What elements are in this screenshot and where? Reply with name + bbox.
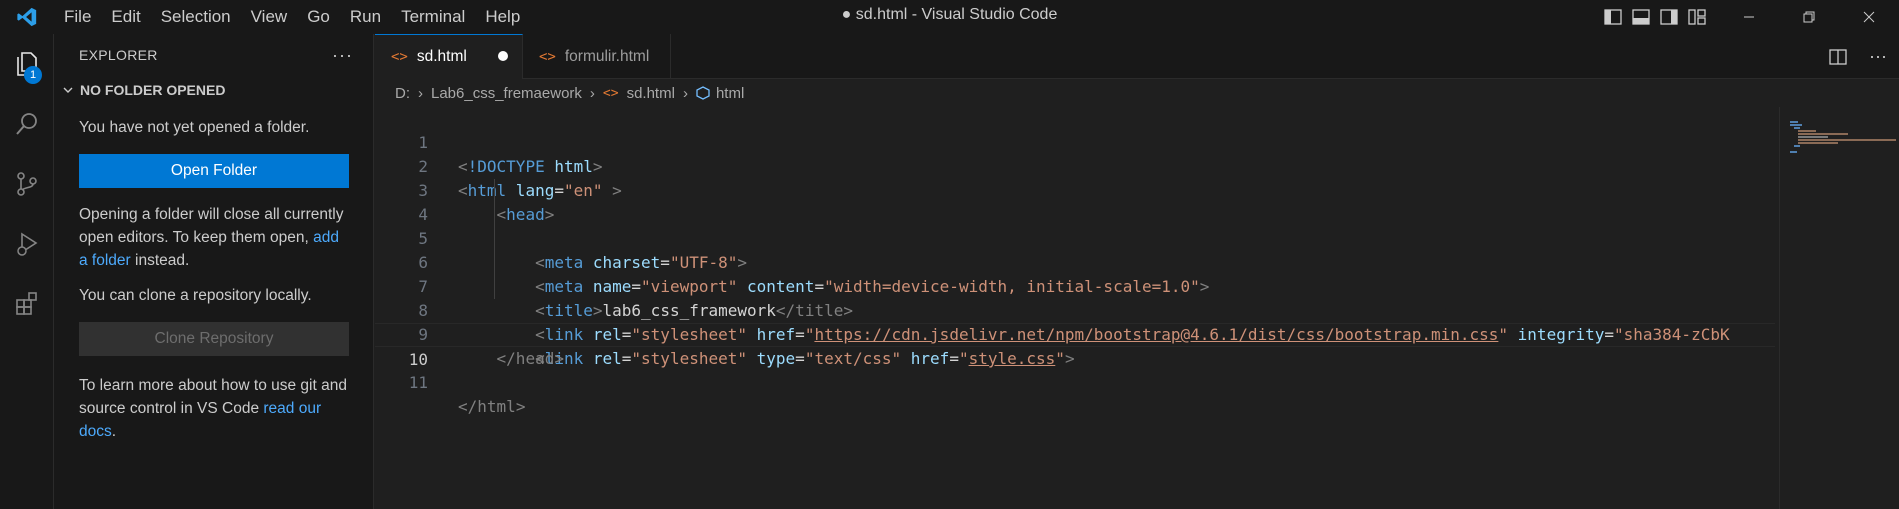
code-line: 7 <link rel="stylesheet" href="https://c… bbox=[375, 251, 1775, 344]
close-icon[interactable] bbox=[1839, 0, 1899, 34]
search-icon[interactable] bbox=[0, 94, 54, 154]
chevron-right-icon: › bbox=[682, 84, 688, 102]
editor-area: <> sd.html <> formulir.html ··· D: › Lab… bbox=[375, 34, 1899, 509]
minimap-line bbox=[1798, 136, 1828, 138]
indent-guide bbox=[494, 251, 495, 275]
minimap-line bbox=[1794, 127, 1800, 129]
no-folder-message: You have not yet opened a folder. bbox=[79, 119, 310, 136]
sidebar-title: EXPLORER bbox=[79, 47, 158, 63]
customize-layout-icon[interactable] bbox=[1683, 0, 1711, 34]
code-editor[interactable]: 1 <!DOCTYPE html> 2 <html lang="en" > 3 … bbox=[375, 107, 1775, 416]
tab-formulir-html[interactable]: <> formulir.html bbox=[523, 34, 671, 79]
html-file-icon: <> bbox=[539, 48, 556, 65]
minimap-line bbox=[1798, 133, 1848, 135]
chevron-right-icon: › bbox=[589, 84, 595, 102]
breadcrumb-symbol[interactable]: html bbox=[716, 85, 744, 102]
code-line: 4 <meta charset="UTF-8"> bbox=[375, 179, 1775, 272]
breadcrumb-drive[interactable]: D: bbox=[395, 85, 410, 102]
element-symbol-icon bbox=[696, 86, 710, 100]
explorer-icon[interactable]: 1 bbox=[0, 34, 54, 94]
menu-help[interactable]: Help bbox=[475, 0, 530, 34]
indent-guide bbox=[494, 227, 495, 251]
indent-guide bbox=[494, 275, 495, 299]
vscode-logo-icon bbox=[0, 0, 54, 34]
more-actions-icon[interactable]: ··· bbox=[332, 45, 353, 66]
sidebar-header: EXPLORER ··· bbox=[54, 34, 373, 76]
code-line: 1 <!DOCTYPE html> bbox=[375, 107, 1775, 176]
code-line: 6 <title>lab6_css_framework</title> bbox=[375, 227, 1775, 320]
minimap-line bbox=[1790, 121, 1798, 123]
open-folder-note: Opening a folder will close all currentl… bbox=[79, 203, 348, 272]
menu-bar: File Edit Selection View Go Run Terminal… bbox=[54, 0, 530, 34]
editor-more-actions-icon[interactable]: ··· bbox=[1869, 34, 1887, 79]
editor-tabs: <> sd.html <> formulir.html ··· bbox=[375, 34, 1899, 79]
source-control-icon[interactable] bbox=[0, 154, 54, 214]
minimap-line bbox=[1798, 139, 1896, 141]
minimap-line bbox=[1798, 130, 1816, 132]
chevron-right-icon: › bbox=[418, 84, 423, 102]
indent-guide bbox=[494, 203, 495, 227]
no-folder-section-header[interactable]: NO FOLDER OPENED bbox=[54, 76, 373, 104]
run-debug-icon[interactable] bbox=[0, 214, 54, 274]
line-content: </html> bbox=[458, 397, 526, 416]
minimap[interactable] bbox=[1779, 107, 1899, 509]
code-line: 2 <html lang="en" > bbox=[375, 131, 1775, 200]
learn-suffix: . bbox=[111, 423, 117, 440]
explorer-badge: 1 bbox=[24, 66, 42, 84]
menu-file[interactable]: File bbox=[54, 0, 101, 34]
activity-bar: 1 bbox=[0, 34, 54, 509]
code-line: 8 <link rel="stylesheet" type="text/css"… bbox=[375, 275, 1775, 368]
menu-view[interactable]: View bbox=[241, 0, 298, 34]
minimap-line bbox=[1794, 145, 1800, 147]
tab-label: formulir.html bbox=[564, 47, 650, 65]
section-title: NO FOLDER OPENED bbox=[80, 82, 226, 98]
code-line: 5 <meta name="viewport" content="width=d… bbox=[375, 203, 1775, 296]
open-note-text: Opening a folder will close all currentl… bbox=[79, 206, 344, 246]
toggle-primary-sidebar-icon[interactable] bbox=[1599, 0, 1627, 34]
menu-terminal[interactable]: Terminal bbox=[391, 0, 475, 34]
html-file-icon: <> bbox=[602, 85, 619, 101]
line-number: 11 bbox=[408, 373, 428, 392]
minimap-line bbox=[1790, 151, 1797, 153]
minimize-icon[interactable] bbox=[1719, 0, 1779, 34]
unsaved-dot-icon[interactable] bbox=[498, 51, 508, 61]
breadcrumb-folder[interactable]: Lab6_css_fremaework bbox=[431, 85, 582, 102]
menu-go[interactable]: Go bbox=[297, 0, 340, 34]
title-bar: File Edit Selection View Go Run Terminal… bbox=[0, 0, 1899, 34]
html-file-icon: <> bbox=[391, 49, 408, 65]
learn-more-note: To learn more about how to use git and s… bbox=[79, 374, 348, 443]
title-controls bbox=[1599, 0, 1899, 34]
extensions-icon[interactable] bbox=[0, 274, 54, 334]
menu-selection[interactable]: Selection bbox=[151, 0, 241, 34]
indent-guide bbox=[494, 179, 495, 203]
open-folder-button[interactable]: Open Folder bbox=[79, 154, 349, 188]
tab-sd-html[interactable]: <> sd.html bbox=[375, 34, 523, 79]
clone-message: You can clone a repository locally. bbox=[79, 287, 312, 304]
toggle-panel-icon[interactable] bbox=[1627, 0, 1655, 34]
breadcrumb-file[interactable]: sd.html bbox=[627, 85, 675, 102]
chevron-down-icon bbox=[62, 84, 74, 96]
token: /html bbox=[467, 397, 516, 416]
sidebar-body: You have not yet opened a folder. Open F… bbox=[54, 104, 373, 443]
tab-label: sd.html bbox=[416, 48, 467, 65]
minimap-line bbox=[1798, 142, 1838, 144]
split-editor-icon[interactable] bbox=[1829, 34, 1847, 79]
toggle-secondary-sidebar-icon[interactable] bbox=[1655, 0, 1683, 34]
explorer-sidebar: EXPLORER ··· NO FOLDER OPENED You have n… bbox=[54, 34, 374, 509]
minimap-line bbox=[1790, 124, 1802, 126]
menu-run[interactable]: Run bbox=[340, 0, 391, 34]
clone-repository-button[interactable]: Clone Repository bbox=[79, 322, 349, 356]
restore-icon[interactable] bbox=[1779, 0, 1839, 34]
code-line: 11 </html> bbox=[375, 347, 1775, 416]
breadcrumb: D: › Lab6_css_fremaework › <> sd.html › … bbox=[375, 79, 1899, 107]
code-line: 3 <head> bbox=[375, 155, 1775, 224]
code-line: 9 </head> bbox=[375, 299, 1775, 368]
code-line-current: 10 bbox=[375, 323, 1775, 369]
menu-edit[interactable]: Edit bbox=[101, 0, 150, 34]
open-note-suffix: instead. bbox=[130, 252, 190, 269]
